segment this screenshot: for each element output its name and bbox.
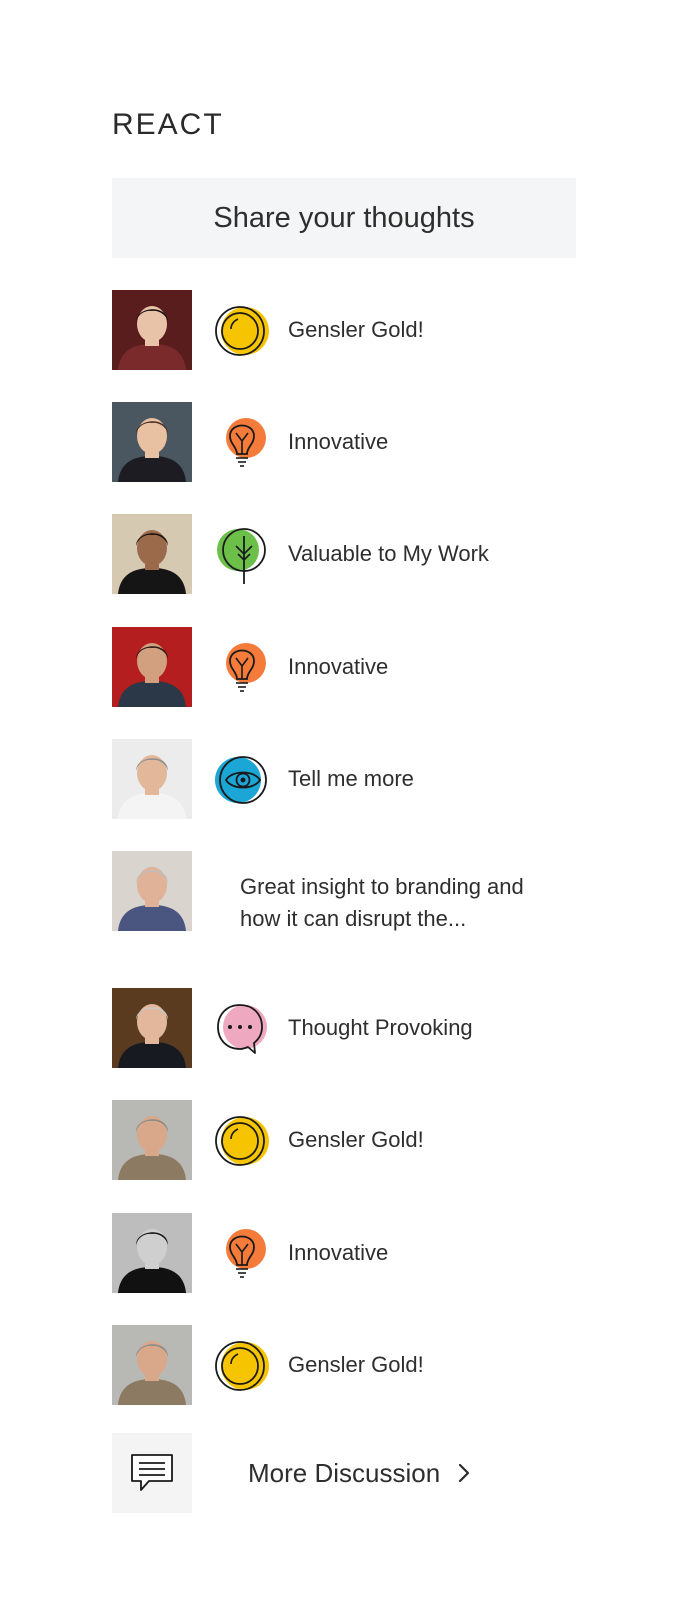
eye-icon xyxy=(214,751,272,809)
avatar[interactable] xyxy=(112,851,192,931)
reaction-label: Tell me more xyxy=(288,766,414,791)
react-panel: REACT Share your thoughts Gensler Gold! … xyxy=(0,0,688,1608)
chevron-right-icon xyxy=(459,1463,470,1483)
avatar[interactable] xyxy=(112,290,192,370)
reaction-label: Gensler Gold! xyxy=(288,1352,424,1377)
reaction-label: Gensler Gold! xyxy=(288,1127,424,1152)
avatar[interactable] xyxy=(112,988,192,1068)
reaction-item[interactable]: Valuable to My Work xyxy=(112,514,576,594)
tree-icon xyxy=(214,526,272,584)
reaction-label: Innovative xyxy=(288,654,389,679)
reaction-label: Gensler Gold! xyxy=(288,317,424,342)
reaction-label: Thought Provoking xyxy=(288,1015,473,1040)
gold-coin-icon xyxy=(214,302,272,360)
avatar[interactable] xyxy=(112,627,192,707)
lightbulb-icon xyxy=(214,414,272,472)
lightbulb-icon xyxy=(214,1225,272,1283)
section-title: REACT xyxy=(112,108,224,141)
reaction-item[interactable]: Gensler Gold! xyxy=(112,1100,576,1180)
gold-coin-icon xyxy=(214,1112,272,1170)
avatar[interactable] xyxy=(112,402,192,482)
avatar[interactable] xyxy=(112,1325,192,1405)
more-discussion-row[interactable]: More Discussion xyxy=(112,1433,576,1513)
more-discussion-link[interactable]: More Discussion xyxy=(248,1433,470,1513)
comment-item[interactable]: Great insight to branding and how it can… xyxy=(112,851,576,931)
reaction-item[interactable]: Gensler Gold! xyxy=(112,1325,576,1405)
gold-coin-icon xyxy=(214,1337,272,1395)
reaction-label: Innovative xyxy=(288,429,389,454)
comment-icon xyxy=(112,1433,192,1513)
avatar[interactable] xyxy=(112,1100,192,1180)
reaction-item[interactable]: Innovative xyxy=(112,402,576,482)
reaction-item[interactable]: Thought Provoking xyxy=(112,988,576,1068)
avatar[interactable] xyxy=(112,1213,192,1293)
lightbulb-icon xyxy=(214,639,272,697)
speech-bubble-icon xyxy=(214,1000,272,1058)
avatar[interactable] xyxy=(112,514,192,594)
reaction-label: Valuable to My Work xyxy=(288,541,489,566)
reaction-item[interactable]: Tell me more xyxy=(112,739,576,819)
reaction-item[interactable]: Innovative xyxy=(112,627,576,707)
more-discussion-label: More Discussion xyxy=(248,1457,441,1488)
share-thoughts-input[interactable]: Share your thoughts xyxy=(112,178,576,258)
reaction-item[interactable]: Innovative xyxy=(112,1213,576,1293)
reaction-item[interactable]: Gensler Gold! xyxy=(112,290,576,370)
reaction-label: Innovative xyxy=(288,1240,389,1265)
avatar[interactable] xyxy=(112,739,192,819)
comment-text[interactable]: Great insight to branding and how it can… xyxy=(240,871,560,935)
